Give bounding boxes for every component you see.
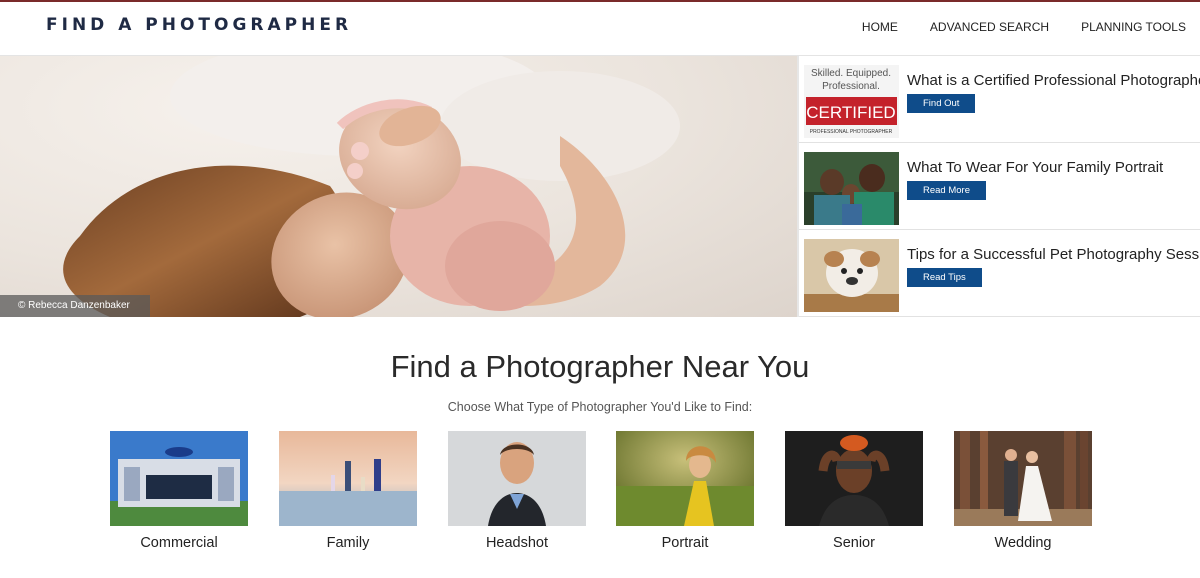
section-subtitle: Choose What Type of Photographer You'd L… <box>447 400 753 414</box>
category-label: Wedding <box>994 535 1052 551</box>
category-label: Commercial <box>140 535 218 551</box>
category-wedding[interactable]: Wedding <box>954 431 1092 551</box>
nav-planning-tools[interactable]: PLANNING TOOLS <box>1081 20 1186 34</box>
senior-image <box>785 431 923 526</box>
certified-word: CERTIFIED <box>806 103 895 122</box>
wedding-image <box>954 431 1092 526</box>
certified-subtext: PROFESSIONAL PHOTOGRAPHER <box>810 129 893 135</box>
family-image <box>279 431 417 526</box>
category-family[interactable]: Family <box>279 431 417 551</box>
certified-thumbnail[interactable]: Skilled. Equipped. Professional. CERTIFI… <box>804 65 899 138</box>
family-portrait-thumbnail[interactable] <box>804 152 899 225</box>
feature-item-certified: Skilled. Equipped. Professional. CERTIFI… <box>799 56 1200 143</box>
category-label: Portrait <box>661 535 709 551</box>
category-grid: Commercial Family Headshot Portrait Seni… <box>110 431 1092 561</box>
main-nav: HOME ADVANCED SEARCH PLANNING TOOLS <box>862 20 1186 34</box>
site-logo[interactable]: FIND A PHOTOGRAPHER <box>46 15 352 35</box>
feature-item-family-wear: What To Wear For Your Family Portrait Re… <box>799 143 1200 230</box>
certified-tagline-1: Skilled. Equipped. <box>811 68 891 79</box>
feature-title[interactable]: What is a Certified Professional Photogr… <box>907 72 1200 89</box>
hero-image: © Rebecca Danzenbaker <box>0 56 797 317</box>
nav-home[interactable]: HOME <box>862 20 898 34</box>
feature-item-pet-tips: Tips for a Successful Pet Photography Se… <box>799 230 1200 317</box>
nav-advanced-search[interactable]: ADVANCED SEARCH <box>930 20 1049 34</box>
read-more-button[interactable]: Read More <box>907 181 986 200</box>
site-header: FIND A PHOTOGRAPHER HOME ADVANCED SEARCH… <box>0 2 1200 56</box>
category-senior[interactable]: Senior <box>785 431 923 551</box>
category-label: Headshot <box>485 535 549 551</box>
feature-title[interactable]: Tips for a Successful Pet Photography Se… <box>907 246 1200 263</box>
category-commercial[interactable]: Commercial <box>110 431 248 551</box>
certified-tagline-2: Professional. <box>822 81 880 92</box>
portrait-image <box>616 431 754 526</box>
read-tips-button[interactable]: Read Tips <box>907 268 982 287</box>
hero-photo-mother-newborn <box>63 56 680 317</box>
feature-list: Skilled. Equipped. Professional. CERTIFI… <box>797 56 1200 317</box>
category-portrait[interactable]: Portrait <box>616 431 754 551</box>
photo-credit: © Rebecca Danzenbaker <box>0 295 150 317</box>
category-label: Family <box>326 535 370 551</box>
find-out-button[interactable]: Find Out <box>907 94 976 113</box>
commercial-image <box>110 431 248 526</box>
feature-title[interactable]: What To Wear For Your Family Portrait <box>907 159 1163 176</box>
pet-photography-thumbnail[interactable] <box>804 239 899 312</box>
page-title: Find a Photographer Near You <box>390 349 810 384</box>
category-headshot[interactable]: Headshot <box>448 431 586 551</box>
headshot-image <box>448 431 586 526</box>
category-label: Senior <box>833 535 875 551</box>
